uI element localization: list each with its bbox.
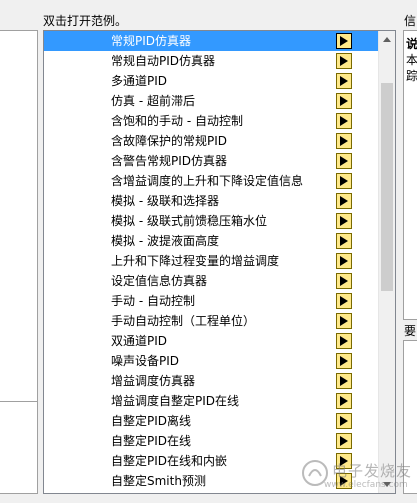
info-line-1: 说 [406,37,417,51]
vi-run-arrow-icon [336,293,352,309]
vi-run-arrow-icon [336,233,352,249]
scroll-thumb[interactable] [381,83,393,291]
vi-run-arrow-icon [336,453,352,469]
examples-listbox[interactable]: 常规PID仿真器常规自动PID仿真器 多通道PID 仿真 - 超前滞后含饱和的手动 … [43,30,396,494]
list-item-label: 多通道PID [111,74,168,88]
list-item-label: 常规PID仿真器 [111,34,192,48]
list-item-label: 噪声设备PID [111,354,180,368]
vi-run-arrow-icon [336,253,352,269]
list-item[interactable]: 含故障保护的常规PID [44,131,378,151]
list-item[interactable]: 自整定PID在线和内嵌 [44,451,378,471]
info-pane: 说 本 踪 [403,30,417,320]
list-item[interactable]: 模拟 - 级联式前馈稳压箱水位 [44,211,378,231]
list-item[interactable]: 仿真 - 超前滞后 [44,91,378,111]
list-item-label: 自整定Smith预测 [111,474,206,488]
list-item[interactable]: 自整定Smith预测 [44,471,378,491]
list-item-label: 手动自动控制（工程单位） [111,314,256,328]
chevron-up-icon [383,37,391,42]
vi-run-arrow-icon [336,393,352,409]
list-item-label: 模拟 - 级联和选择器 [111,194,219,208]
vi-run-arrow-icon [336,413,352,429]
vi-run-arrow-icon [336,73,352,89]
vi-run-arrow-icon [336,173,352,189]
info-line-3: 踪 [406,69,417,83]
list-item[interactable]: 双通道PID [44,331,378,351]
chevron-down-icon [383,482,391,487]
vi-run-arrow-icon [336,33,352,49]
info-line-2: 本 [406,53,417,67]
list-item-label: 自整定PID在线和内嵌 [111,454,228,468]
list-item[interactable]: 上升和下降过程变量的增益调度 [44,251,378,271]
vi-run-arrow-icon [336,373,352,389]
list-item-label: 仿真 - 超前滞后 [111,94,195,108]
list-item[interactable]: 模拟 - 级联和选择器 [44,191,378,211]
list-item-label: 设定值信息仿真器 [111,274,208,288]
vi-run-arrow-icon [336,473,352,489]
scroll-down-arrow[interactable] [379,476,395,493]
scroll-up-arrow[interactable] [379,31,395,48]
list-item[interactable]: 常规PID仿真器 [44,31,378,51]
list-item[interactable]: 增益调度自整定PID在线 [44,391,378,411]
vi-run-arrow-icon [336,153,352,169]
vi-run-arrow-icon [336,193,352,209]
list-item-label: 含警告常规PID仿真器 [111,154,228,168]
vertical-scrollbar[interactable] [378,31,395,493]
list-item[interactable]: 含增益调度的上升和下降设定值信息 [44,171,378,191]
list-item-label: 上升和下降过程变量的增益调度 [111,254,280,268]
list-item-label: 手动 - 自动控制 [111,294,195,308]
list-item[interactable]: 增益调度仿真器 [44,371,378,391]
list-item-label: 含故障保护的常规PID [111,134,228,148]
examples-header-label: 双击打开范例。 [43,14,128,28]
vi-run-arrow-icon [336,313,352,329]
vi-run-arrow-icon [336,353,352,369]
vi-run-arrow-icon [336,333,352,349]
list-item-label: 常规自动PID仿真器 [111,54,216,68]
list-item[interactable]: 含饱和的手动 - 自动控制 [44,111,378,131]
list-item-label: 模拟 - 级联式前馈稳压箱水位 [111,214,267,228]
list-item-label: 自整定PID离线 [111,414,192,428]
list-item[interactable]: 手动 - 自动控制 [44,291,378,311]
vi-run-arrow-icon [336,113,352,129]
list-item-label: 含饱和的手动 - 自动控制 [111,114,243,128]
list-item[interactable]: 多通道PID [44,71,378,91]
list-item[interactable]: 自整定PID离线 [44,411,378,431]
list-item[interactable]: 噪声设备PID [44,351,378,371]
vi-run-arrow-icon [336,433,352,449]
list-item-label: 含增益调度的上升和下降设定值信息 [111,174,304,188]
requirements-pane [403,340,417,494]
vi-run-arrow-icon [336,53,352,69]
left-pane [0,30,38,494]
vi-run-arrow-icon [336,213,352,229]
list-item[interactable]: 自整定PID在线 [44,431,378,451]
list-item-label: 增益调度自整定PID在线 [111,394,240,408]
list-item-label: 自整定PID在线 [111,434,192,448]
list-item[interactable]: 常规自动PID仿真器 [44,51,378,71]
info-label: 信 [404,14,417,28]
vi-run-arrow-icon [336,273,352,289]
vi-run-arrow-icon [336,93,352,109]
list-item-label: 双通道PID [111,334,168,348]
examples-list: 常规PID仿真器常规自动PID仿真器 多通道PID 仿真 - 超前滞后含饱和的手动 … [44,31,378,491]
list-item-label: 模拟 - 波提液面高度 [111,234,219,248]
list-item[interactable]: 模拟 - 波提液面高度 [44,231,378,251]
list-item[interactable]: 含警告常规PID仿真器 [44,151,378,171]
requirements-label: 要 [404,324,417,338]
left-pane-divider [0,401,38,402]
list-item-label: 增益调度仿真器 [111,374,196,388]
vi-run-arrow-icon [336,133,352,149]
list-item[interactable]: 设定值信息仿真器 [44,271,378,291]
list-item[interactable]: 手动自动控制（工程单位） [44,311,378,331]
